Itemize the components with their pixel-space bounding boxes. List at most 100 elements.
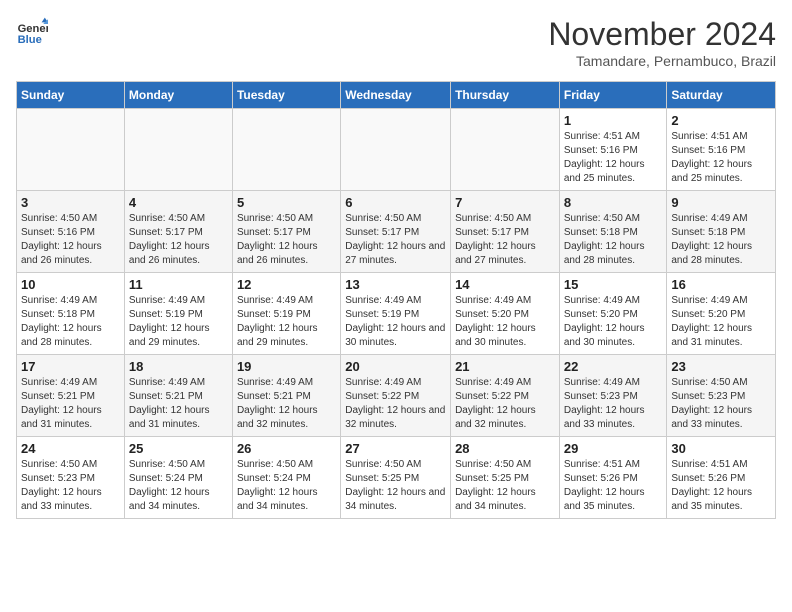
week-row-2: 10 Sunrise: 4:49 AM Sunset: 5:18 PM Dayli…	[17, 273, 776, 355]
day-number: 12	[237, 277, 336, 292]
weekday-header-monday: Monday	[124, 82, 232, 109]
day-number: 20	[345, 359, 446, 374]
calendar-cell: 25 Sunrise: 4:50 AM Sunset: 5:24 PM Dayli…	[124, 437, 232, 519]
day-info: Sunrise: 4:49 AM Sunset: 5:20 PM Dayligh…	[671, 294, 771, 350]
day-info: Sunrise: 4:49 AM Sunset: 5:18 PM Dayligh…	[671, 212, 771, 268]
day-info: Sunrise: 4:49 AM Sunset: 5:19 PM Dayligh…	[129, 294, 228, 350]
day-info: Sunrise: 4:50 AM Sunset: 5:17 PM Dayligh…	[345, 212, 446, 268]
week-row-3: 17 Sunrise: 4:49 AM Sunset: 5:21 PM Dayli…	[17, 355, 776, 437]
weekday-header-thursday: Thursday	[451, 82, 560, 109]
day-info: Sunrise: 4:49 AM Sunset: 5:21 PM Dayligh…	[237, 376, 336, 432]
calendar-cell: 11 Sunrise: 4:49 AM Sunset: 5:19 PM Dayli…	[124, 273, 232, 355]
day-info: Sunrise: 4:50 AM Sunset: 5:17 PM Dayligh…	[455, 212, 555, 268]
calendar-cell	[341, 109, 451, 191]
day-number: 26	[237, 441, 336, 456]
week-row-1: 3Sunrise: 4:50 AM Sunset: 5:16 PM Daylig…	[17, 191, 776, 273]
day-number: 4	[129, 195, 228, 210]
day-number: 25	[129, 441, 228, 456]
day-info: Sunrise: 4:49 AM Sunset: 5:18 PM Dayligh…	[21, 294, 120, 350]
calendar-cell	[124, 109, 232, 191]
day-number: 16	[671, 277, 771, 292]
day-info: Sunrise: 4:50 AM Sunset: 5:17 PM Dayligh…	[237, 212, 336, 268]
day-info: Sunrise: 4:49 AM Sunset: 5:20 PM Dayligh…	[564, 294, 663, 350]
day-number: 18	[129, 359, 228, 374]
day-number: 2	[671, 113, 771, 128]
day-number: 1	[564, 113, 663, 128]
day-info: Sunrise: 4:50 AM Sunset: 5:24 PM Dayligh…	[237, 458, 336, 514]
day-info: Sunrise: 4:49 AM Sunset: 5:22 PM Dayligh…	[345, 376, 446, 432]
location: Tamandare, Pernambuco, Brazil	[548, 53, 776, 69]
day-info: Sunrise: 4:49 AM Sunset: 5:20 PM Dayligh…	[455, 294, 555, 350]
day-number: 15	[564, 277, 663, 292]
day-info: Sunrise: 4:50 AM Sunset: 5:16 PM Dayligh…	[21, 212, 120, 268]
svg-text:General: General	[18, 23, 48, 35]
calendar-cell: 15 Sunrise: 4:49 AM Sunset: 5:20 PM Dayli…	[559, 273, 667, 355]
calendar-cell: 13 Sunrise: 4:49 AM Sunset: 5:19 PM Dayli…	[341, 273, 451, 355]
calendar-cell: 4 Sunrise: 4:50 AM Sunset: 5:17 PM Daylig…	[124, 191, 232, 273]
week-row-4: 24 Sunrise: 4:50 AM Sunset: 5:23 PM Dayli…	[17, 437, 776, 519]
day-number: 9	[671, 195, 771, 210]
calendar-cell: 6 Sunrise: 4:50 AM Sunset: 5:17 PM Daylig…	[341, 191, 451, 273]
calendar-cell: 1 Sunrise: 4:51 AM Sunset: 5:16 PM Daylig…	[559, 109, 667, 191]
calendar-cell: 8Sunrise: 4:50 AM Sunset: 5:18 PM Daylig…	[559, 191, 667, 273]
calendar-cell: 2 Sunrise: 4:51 AM Sunset: 5:16 PM Daylig…	[667, 109, 776, 191]
week-row-0: 1 Sunrise: 4:51 AM Sunset: 5:16 PM Daylig…	[17, 109, 776, 191]
calendar-cell: 5 Sunrise: 4:50 AM Sunset: 5:17 PM Daylig…	[232, 191, 340, 273]
month-title: November 2024	[548, 16, 776, 53]
day-number: 5	[237, 195, 336, 210]
day-info: Sunrise: 4:50 AM Sunset: 5:23 PM Dayligh…	[21, 458, 120, 514]
day-info: Sunrise: 4:50 AM Sunset: 5:24 PM Dayligh…	[129, 458, 228, 514]
calendar-cell: 27 Sunrise: 4:50 AM Sunset: 5:25 PM Dayli…	[341, 437, 451, 519]
day-number: 27	[345, 441, 446, 456]
day-number: 21	[455, 359, 555, 374]
day-number: 28	[455, 441, 555, 456]
day-number: 10	[21, 277, 120, 292]
calendar-cell: 18 Sunrise: 4:49 AM Sunset: 5:21 PM Dayli…	[124, 355, 232, 437]
day-number: 23	[671, 359, 771, 374]
day-info: Sunrise: 4:49 AM Sunset: 5:23 PM Dayligh…	[564, 376, 663, 432]
day-number: 17	[21, 359, 120, 374]
day-number: 6	[345, 195, 446, 210]
calendar-cell: 20 Sunrise: 4:49 AM Sunset: 5:22 PM Dayli…	[341, 355, 451, 437]
day-info: Sunrise: 4:50 AM Sunset: 5:25 PM Dayligh…	[455, 458, 555, 514]
weekday-header-saturday: Saturday	[667, 82, 776, 109]
day-info: Sunrise: 4:49 AM Sunset: 5:19 PM Dayligh…	[345, 294, 446, 350]
calendar-cell: 14Sunrise: 4:49 AM Sunset: 5:20 PM Dayli…	[451, 273, 560, 355]
calendar-cell: 12Sunrise: 4:49 AM Sunset: 5:19 PM Dayli…	[232, 273, 340, 355]
calendar-cell: 19 Sunrise: 4:49 AM Sunset: 5:21 PM Dayli…	[232, 355, 340, 437]
day-info: Sunrise: 4:51 AM Sunset: 5:16 PM Dayligh…	[564, 130, 663, 186]
day-info: Sunrise: 4:49 AM Sunset: 5:21 PM Dayligh…	[129, 376, 228, 432]
day-info: Sunrise: 4:51 AM Sunset: 5:16 PM Dayligh…	[671, 130, 771, 186]
day-number: 11	[129, 277, 228, 292]
day-number: 19	[237, 359, 336, 374]
calendar-cell: 26 Sunrise: 4:50 AM Sunset: 5:24 PM Dayli…	[232, 437, 340, 519]
weekday-header-row: SundayMondayTuesdayWednesdayThursdayFrid…	[17, 82, 776, 109]
day-info: Sunrise: 4:49 AM Sunset: 5:22 PM Dayligh…	[455, 376, 555, 432]
calendar-cell: 22 Sunrise: 4:49 AM Sunset: 5:23 PM Dayli…	[559, 355, 667, 437]
calendar-cell: 9 Sunrise: 4:49 AM Sunset: 5:18 PM Daylig…	[667, 191, 776, 273]
calendar-cell: 30Sunrise: 4:51 AM Sunset: 5:26 PM Dayli…	[667, 437, 776, 519]
calendar-cell: 17 Sunrise: 4:49 AM Sunset: 5:21 PM Dayli…	[17, 355, 125, 437]
day-info: Sunrise: 4:50 AM Sunset: 5:18 PM Dayligh…	[564, 212, 663, 268]
weekday-header-friday: Friday	[559, 82, 667, 109]
day-info: Sunrise: 4:49 AM Sunset: 5:21 PM Dayligh…	[21, 376, 120, 432]
page-header: General Blue November 2024 Tamandare, Pe…	[16, 16, 776, 69]
calendar-cell: 16 Sunrise: 4:49 AM Sunset: 5:20 PM Dayli…	[667, 273, 776, 355]
logo-icon: General Blue	[16, 16, 48, 48]
calendar: SundayMondayTuesdayWednesdayThursdayFrid…	[16, 81, 776, 519]
day-number: 24	[21, 441, 120, 456]
day-number: 7	[455, 195, 555, 210]
day-number: 13	[345, 277, 446, 292]
day-info: Sunrise: 4:51 AM Sunset: 5:26 PM Dayligh…	[671, 458, 771, 514]
calendar-cell	[451, 109, 560, 191]
calendar-cell: 29Sunrise: 4:51 AM Sunset: 5:26 PM Dayli…	[559, 437, 667, 519]
day-info: Sunrise: 4:50 AM Sunset: 5:25 PM Dayligh…	[345, 458, 446, 514]
day-info: Sunrise: 4:51 AM Sunset: 5:26 PM Dayligh…	[564, 458, 663, 514]
calendar-cell: 3Sunrise: 4:50 AM Sunset: 5:16 PM Daylig…	[17, 191, 125, 273]
calendar-cell: 23 Sunrise: 4:50 AM Sunset: 5:23 PM Dayli…	[667, 355, 776, 437]
day-info: Sunrise: 4:50 AM Sunset: 5:23 PM Dayligh…	[671, 376, 771, 432]
day-number: 22	[564, 359, 663, 374]
title-block: November 2024 Tamandare, Pernambuco, Bra…	[548, 16, 776, 69]
calendar-cell: 24 Sunrise: 4:50 AM Sunset: 5:23 PM Dayli…	[17, 437, 125, 519]
day-info: Sunrise: 4:50 AM Sunset: 5:17 PM Dayligh…	[129, 212, 228, 268]
